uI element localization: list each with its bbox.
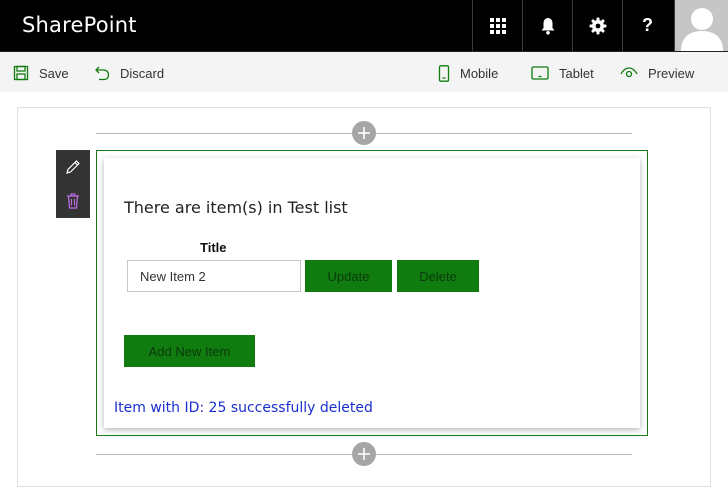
eye-icon	[620, 67, 638, 78]
user-avatar-icon	[675, 0, 728, 51]
mobile-icon	[438, 64, 450, 82]
add-section-button[interactable]	[352, 121, 376, 145]
edit-webpart-button[interactable]	[56, 150, 90, 184]
add-new-item-button[interactable]: Add New Item	[124, 335, 255, 367]
status-message: Item with ID: 25 successfully deleted	[114, 400, 373, 416]
add-section-button[interactable]	[352, 442, 376, 466]
plus-icon	[358, 127, 370, 139]
help-button[interactable]: ?	[622, 0, 672, 51]
update-button[interactable]: Update	[305, 260, 392, 292]
title-column-header: Title	[200, 240, 227, 255]
item-title-input[interactable]	[127, 260, 301, 292]
app-title[interactable]: SharePoint	[22, 13, 137, 37]
preview-label: Preview	[648, 65, 695, 81]
discard-label: Discard	[120, 65, 165, 81]
webpart-heading: There are item(s) in Test list	[124, 198, 348, 217]
delete-webpart-button[interactable]	[56, 184, 90, 218]
save-button[interactable]: Save	[13, 64, 69, 82]
mobile-view-button[interactable]: Mobile	[438, 64, 498, 82]
pencil-icon	[66, 160, 80, 174]
help-icon: ?	[642, 15, 653, 35]
avatar[interactable]	[674, 0, 728, 51]
webpart-toolbar	[56, 150, 90, 218]
trash-icon	[67, 193, 79, 209]
undo-icon	[95, 66, 110, 81]
suite-bar: SharePoint ?	[0, 0, 728, 52]
app-launcher-button[interactable]	[472, 0, 522, 51]
command-bar: Save Discard Mobile Tablet Preview	[0, 52, 728, 92]
preview-button[interactable]: Preview	[620, 64, 694, 82]
mobile-label: Mobile	[460, 65, 499, 81]
gear-icon	[589, 17, 606, 34]
notifications-button[interactable]	[522, 0, 572, 51]
save-label: Save	[39, 65, 69, 81]
save-icon	[13, 65, 29, 81]
settings-button[interactable]	[572, 0, 622, 51]
bell-icon	[541, 17, 554, 35]
tablet-view-button[interactable]: Tablet	[531, 64, 594, 82]
tablet-label: Tablet	[559, 65, 594, 81]
tablet-icon	[531, 66, 549, 80]
delete-button[interactable]: Delete	[397, 260, 479, 292]
plus-icon	[358, 448, 370, 460]
discard-button[interactable]: Discard	[94, 64, 164, 82]
waffle-icon	[489, 17, 506, 34]
